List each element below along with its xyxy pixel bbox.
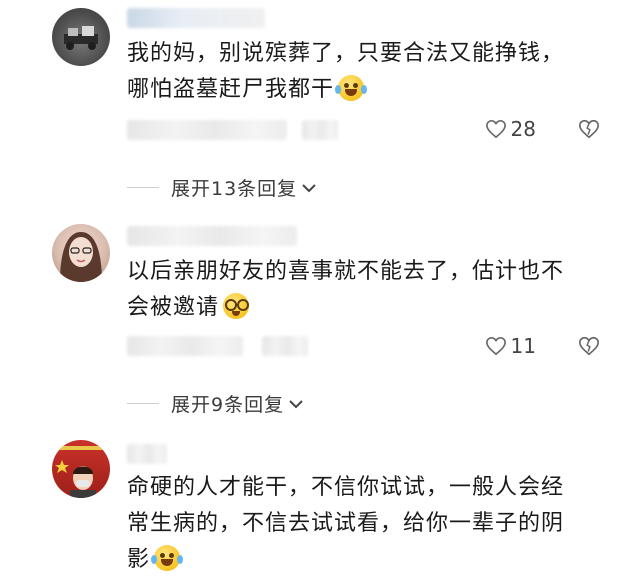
expand-replies-button[interactable]: 展开9条回复 [127,390,304,417]
comment-text-line: 影 [127,542,607,578]
comment-text: 我的妈，别说殡葬了，只要合法又能挣钱， 哪怕盗墓赶尸我都干 [127,36,607,108]
dizzy-eyes-emoji-icon [223,293,250,319]
like-button[interactable]: 11 [485,334,536,358]
avatar-image [64,26,98,50]
location-blurred [302,120,338,140]
username-blurred[interactable] [127,444,167,464]
divider-line [127,403,159,404]
comment-text-line: 以后亲朋好友的喜事就不能去了，估计也不 [127,259,565,284]
comment-text: 以后亲朋好友的喜事就不能去了，估计也不 会被邀请 [127,254,607,326]
like-button[interactable]: 28 [485,117,536,141]
comment-text-line: 常生病的，不信去试试看，给你一辈子的阴 [127,511,565,536]
expand-replies-button[interactable]: 展开13条回复 [127,174,317,201]
avatar[interactable] [52,440,110,498]
comment-text-line: 哪怕盗墓赶尸我都干 [127,72,607,108]
avatar[interactable] [52,224,110,282]
username-blurred[interactable] [127,8,265,28]
chevron-down-icon [289,399,303,408]
timestamp-blurred [127,336,243,356]
username-blurred[interactable] [127,226,297,246]
like-count: 28 [510,117,536,141]
broken-heart-outline-icon[interactable] [578,335,600,357]
comment-text-line: 会被邀请 [127,290,607,326]
avatar-image [60,232,102,282]
comment-text: 命硬的人才能干，不信你试试，一般人会经 常生病的，不信去试试看，给你一辈子的阴 … [127,470,607,578]
heart-outline-icon [485,336,506,356]
divider-line [127,187,159,188]
comment-text-line: 命硬的人才能干，不信你试试，一般人会经 [127,475,565,500]
heart-outline-icon [485,119,506,139]
expand-replies-label: 展开13条回复 [171,178,298,200]
avatar[interactable] [52,8,110,66]
avatar-image [55,446,106,498]
crying-laughing-emoji-icon [335,75,368,101]
timestamp-blurred [127,120,287,140]
comment-text-line: 我的妈，别说殡葬了，只要合法又能挣钱， [127,41,565,66]
like-count: 11 [510,334,536,358]
chevron-down-icon [302,183,316,192]
expand-replies-label: 展开9条回复 [171,394,285,416]
crying-laughing-emoji-icon [151,545,184,571]
broken-heart-outline-icon[interactable] [578,118,600,140]
location-blurred [262,336,308,356]
